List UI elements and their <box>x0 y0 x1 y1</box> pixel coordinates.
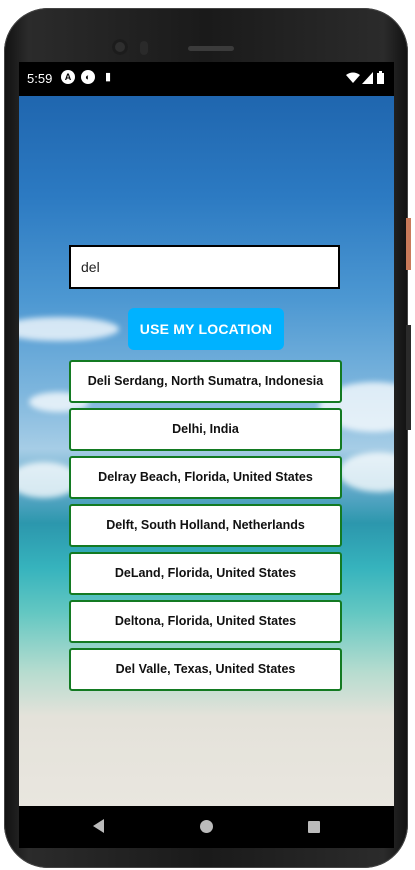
power-button <box>406 218 411 270</box>
system-nav-bar <box>19 806 394 848</box>
search-input[interactable] <box>71 247 338 287</box>
result-item[interactable]: DeLand, Florida, United States <box>69 552 342 595</box>
use-my-location-button[interactable]: USE MY LOCATION <box>128 308 284 350</box>
sd-card-icon: ▮ <box>104 71 112 83</box>
volume-button <box>406 325 411 430</box>
result-item[interactable]: Deli Serdang, North Sumatra, Indonesia <box>69 360 342 403</box>
location-search-field[interactable] <box>69 245 340 289</box>
battery-icon <box>377 71 384 84</box>
earpiece-speaker <box>188 46 234 51</box>
status-bar: 5:59 A ◐ ▮ <box>19 62 394 96</box>
search-results-list: Deli Serdang, North Sumatra, Indonesia D… <box>69 360 342 696</box>
cloud <box>19 317 119 341</box>
home-icon[interactable] <box>200 820 213 833</box>
result-item[interactable]: Delhi, India <box>69 408 342 451</box>
back-icon[interactable] <box>93 819 104 833</box>
result-item[interactable]: Del Valle, Texas, United States <box>69 648 342 691</box>
app-notification-icon: ◐ <box>81 70 95 84</box>
status-time: 5:59 <box>27 71 53 86</box>
cloud <box>339 452 394 492</box>
sensor <box>140 41 148 55</box>
wifi-icon <box>346 72 360 83</box>
recents-icon[interactable] <box>308 821 320 833</box>
result-item[interactable]: Deltona, Florida, United States <box>69 600 342 643</box>
cell-signal-icon <box>362 72 373 84</box>
front-camera <box>112 39 128 55</box>
result-item[interactable]: Delft, South Holland, Netherlands <box>69 504 342 547</box>
result-item[interactable]: Delray Beach, Florida, United States <box>69 456 342 499</box>
a-notification-icon: A <box>61 70 75 84</box>
